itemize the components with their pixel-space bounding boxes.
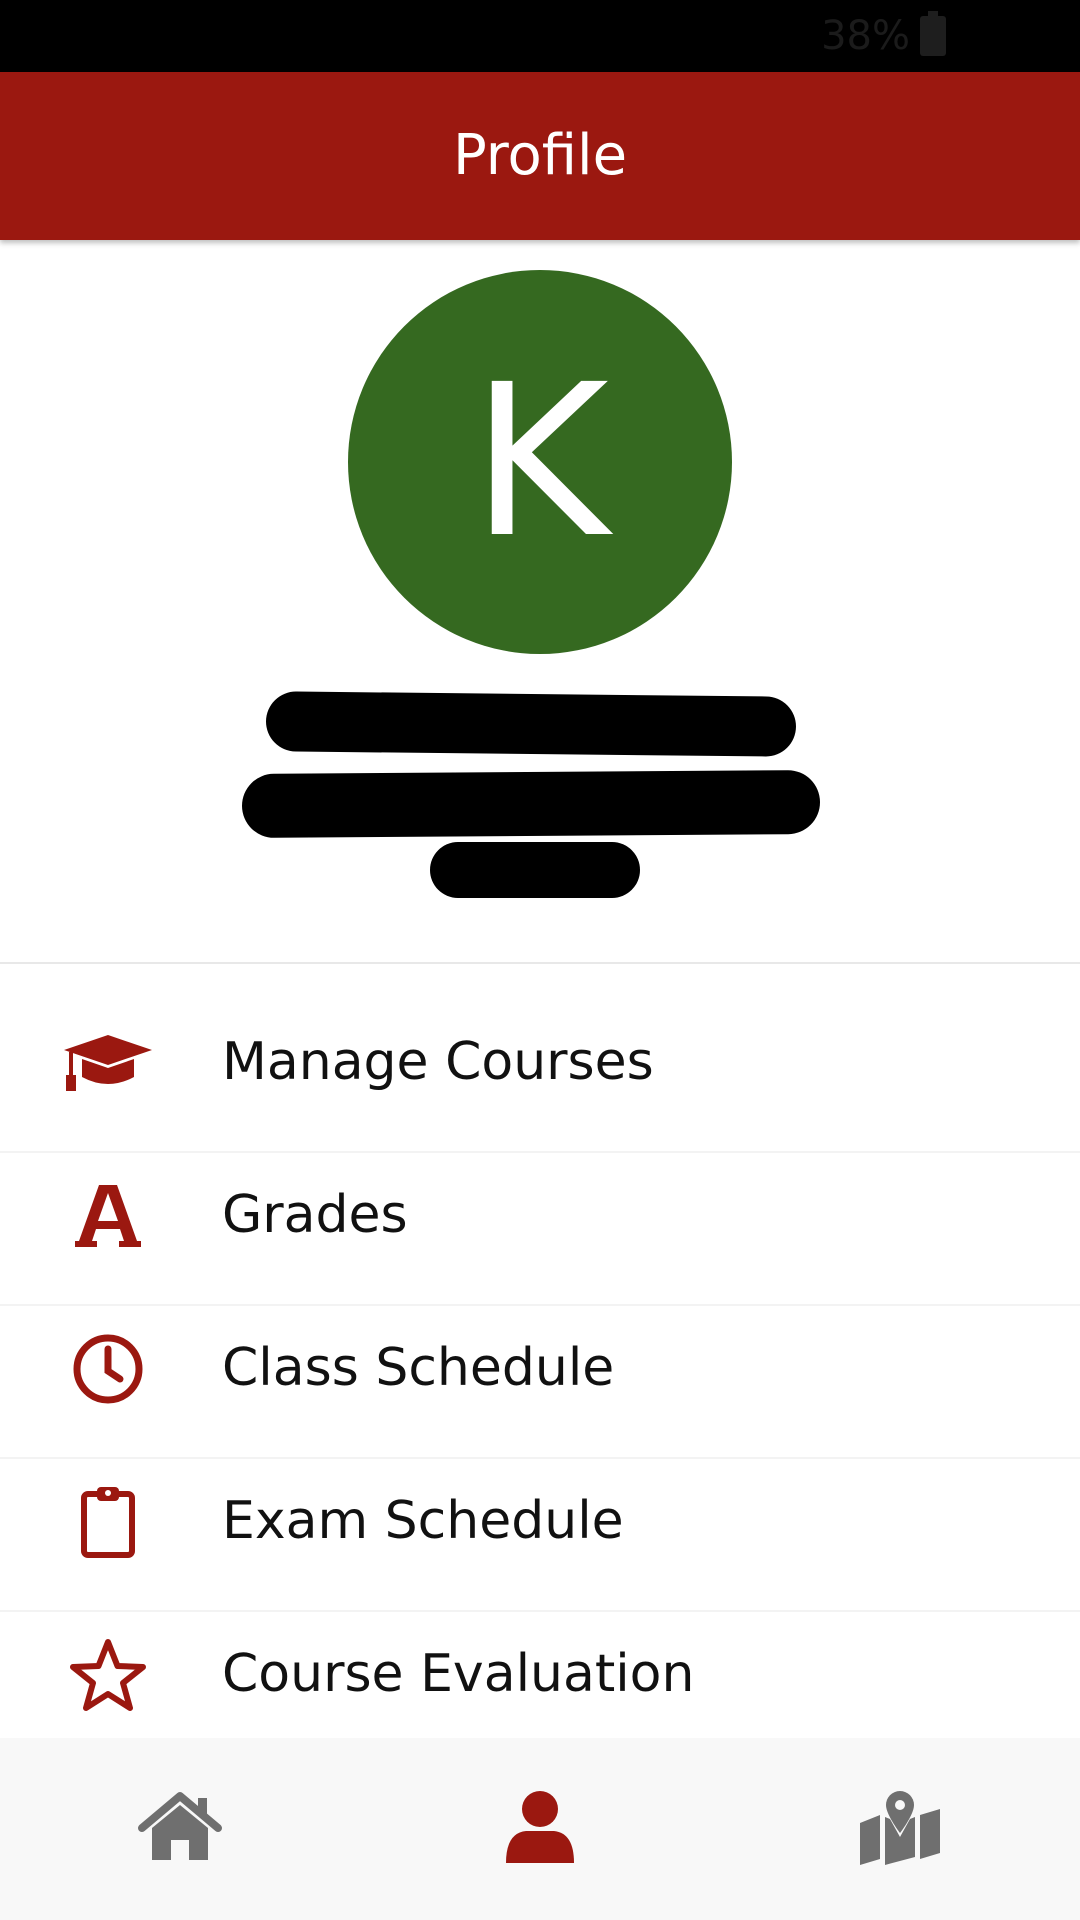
- profile-menu: Manage Courses Grades Class Schedule Exa…: [0, 1000, 1080, 1765]
- menu-item-label: Course Evaluation: [222, 1644, 695, 1704]
- redacted-email: [241, 769, 821, 839]
- menu-item-manage-courses[interactable]: Manage Courses: [0, 1000, 1080, 1153]
- clipboard-icon: [60, 1459, 156, 1584]
- nav-home[interactable]: [0, 1738, 360, 1920]
- menu-item-label: Manage Courses: [222, 1032, 654, 1092]
- clock-icon: [60, 1306, 156, 1431]
- battery-icon: [920, 11, 946, 56]
- menu-item-exam-schedule[interactable]: Exam Schedule: [0, 1459, 1080, 1612]
- letter-a-icon: [60, 1153, 156, 1278]
- app-bar: Profile: [0, 72, 1080, 240]
- home-icon: [138, 1792, 222, 1866]
- menu-item-class-schedule[interactable]: Class Schedule: [0, 1306, 1080, 1459]
- map-icon: [858, 1789, 942, 1869]
- divider: [0, 962, 1080, 964]
- nav-profile[interactable]: [360, 1738, 720, 1920]
- bottom-nav: [0, 1738, 1080, 1920]
- battery-percent: 38%: [821, 13, 910, 59]
- menu-item-label: Grades: [222, 1185, 408, 1245]
- user-icon: [502, 1789, 578, 1869]
- graduation-cap-icon: [60, 1000, 156, 1125]
- star-icon: [60, 1612, 156, 1737]
- avatar: K: [348, 270, 732, 654]
- status-bar: 38%: [0, 0, 1080, 72]
- redacted-name: [265, 691, 797, 757]
- page-title: Profile: [452, 123, 628, 188]
- redacted-id: [430, 842, 640, 898]
- menu-item-label: Exam Schedule: [222, 1491, 624, 1551]
- menu-item-label: Class Schedule: [222, 1338, 615, 1398]
- avatar-initial: K: [471, 339, 609, 584]
- nav-map[interactable]: [720, 1738, 1080, 1920]
- menu-item-grades[interactable]: Grades: [0, 1153, 1080, 1306]
